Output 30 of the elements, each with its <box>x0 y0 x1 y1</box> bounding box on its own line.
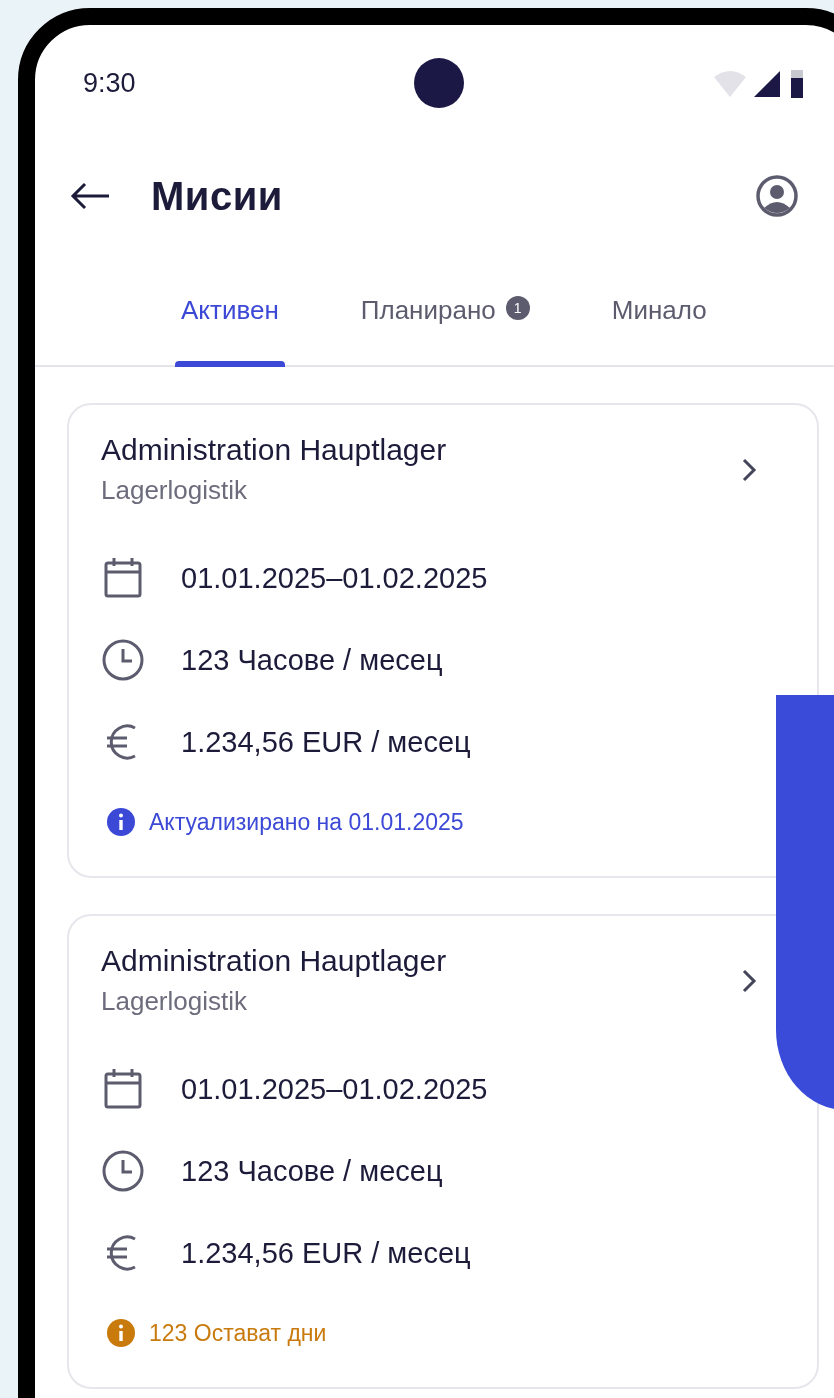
tab[interactable]: Минало <box>605 251 713 365</box>
detail-text: 123 Часове / месец <box>181 1154 443 1188</box>
detail-text: 1.234,56 EUR / месец <box>181 1236 471 1270</box>
clock-icon <box>101 638 145 682</box>
status-time: 9:30 <box>83 67 136 99</box>
count-badge: 1 <box>505 296 530 320</box>
camera-cutout <box>414 58 464 108</box>
mission-card[interactable]: Administration Hauptlager Lagerlogistik 01.01.2025–01.02.2025 123 Часове / месец 1.234,56 EUR / месец Актуализирано на 01.01.2025 <box>67 403 819 878</box>
detail-text: 01.01.2025–01.02.2025 <box>181 1072 488 1106</box>
detail-text: 1.234,56 EUR / месец <box>181 725 471 759</box>
info-icon <box>107 808 135 836</box>
info-icon <box>107 1319 135 1347</box>
notice-text: Актуализирано на 01.01.2025 <box>149 808 464 836</box>
page-title: Мисии <box>151 173 283 219</box>
back-arrow-icon[interactable] <box>69 181 111 211</box>
tab[interactable]: Планирано 1 <box>354 251 536 365</box>
profile-icon[interactable] <box>755 174 799 218</box>
detail-text: 01.01.2025–01.02.2025 <box>181 561 488 595</box>
clock-icon <box>101 1149 145 1193</box>
mission-title: Administration Hauptlager <box>101 944 447 978</box>
battery-icon <box>791 70 803 98</box>
mission-subtitle: Lagerlogistik <box>101 986 248 1017</box>
wifi-icon <box>713 68 747 98</box>
mission-subtitle: Lagerlogistik <box>101 475 248 506</box>
mission-title: Administration Hauptlager <box>101 433 447 467</box>
notice-text: 123 Остават дни <box>149 1319 327 1347</box>
tab[interactable]: Активен <box>175 251 285 365</box>
mission-card[interactable]: Administration Hauptlager Lagerlogistik 01.01.2025–01.02.2025 123 Часове / месец 1.234,56 EUR / месец 123 Остават дни <box>67 914 819 1389</box>
signal-icon <box>753 70 781 98</box>
detail-text: 123 Часове / месец <box>181 643 443 677</box>
